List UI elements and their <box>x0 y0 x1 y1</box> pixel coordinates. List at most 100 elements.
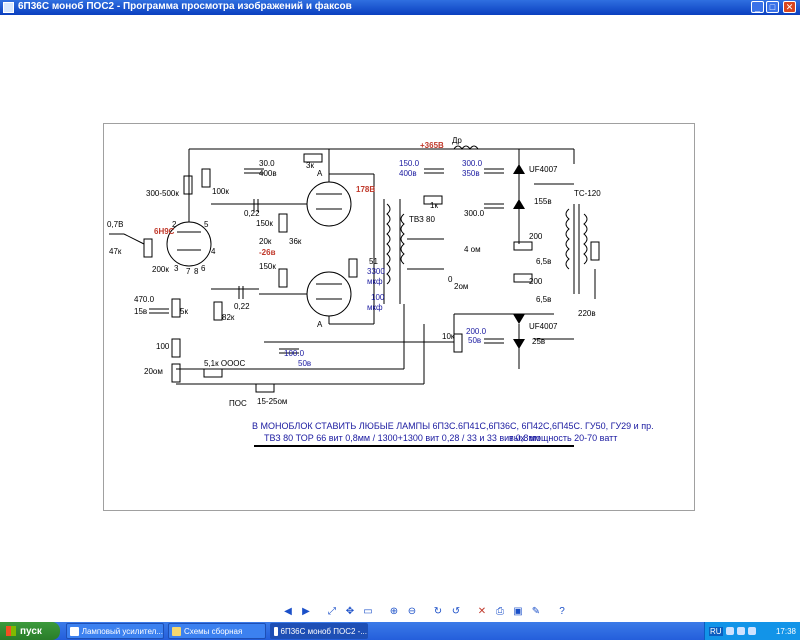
label-200a: 200 <box>529 232 543 241</box>
label-dr: Др <box>452 136 462 145</box>
schematic-diagram: 300-500к 100к 30.0 400в 3к +365В Др 150.… <box>107 136 654 447</box>
label-20k: 20к <box>259 237 272 246</box>
label-c150: 150.0 <box>399 159 420 168</box>
toolbar-separator <box>466 603 472 619</box>
label-tc120: ТС-120 <box>574 189 601 198</box>
label-200b: 200 <box>529 277 543 286</box>
label-82k: 82к <box>222 313 235 322</box>
network-icon[interactable] <box>725 627 734 635</box>
edit-icon[interactable]: ✎ <box>528 603 544 619</box>
label-c150-v: 400в <box>399 169 417 178</box>
folder-icon <box>172 626 181 636</box>
label-uf4007-bottom: UF4007 <box>529 322 558 331</box>
label-51: 51 <box>369 257 378 266</box>
note-line-2b: вых. мощность 20-70 ватт <box>509 433 617 443</box>
label-c200-v: 50в <box>468 336 481 345</box>
volume-icon[interactable] <box>736 627 745 635</box>
label-pin6: 6 <box>201 264 206 273</box>
taskbar-item-label: Ламповый усилител... <box>81 626 163 636</box>
taskbar-item-folder[interactable]: Схемы сборная <box>168 623 266 639</box>
label-5k: 5к <box>180 307 188 316</box>
label-pin4: 4 <box>211 247 216 256</box>
taskbar-item-label: 6П36С моноб ПОС2 -... <box>280 626 367 636</box>
image-viewer-area: 300-500к 100к 30.0 400в 3к +365В Др 150.… <box>0 15 800 600</box>
label-2ohm: 2ом <box>454 282 468 291</box>
label-300-500k: 300-500к <box>146 189 179 198</box>
label-ooos: 5,1к ОООС <box>204 359 246 368</box>
label-100-cap: 100 <box>371 293 385 302</box>
label-3300-u: мкф <box>367 277 383 286</box>
label-0: 0 <box>448 275 453 284</box>
slideshow-icon[interactable]: ▭ <box>360 603 376 619</box>
save-icon[interactable]: ▣ <box>510 603 526 619</box>
browser-icon <box>70 626 79 636</box>
system-tray: RU 17:38 <box>704 622 800 640</box>
label-4ohm: 4 ом <box>464 245 481 254</box>
delete-icon[interactable]: ✕ <box>474 603 490 619</box>
help-icon[interactable]: ? <box>554 603 570 619</box>
label-3300: 3300 <box>367 267 385 276</box>
label-pin5: 5 <box>204 220 209 229</box>
clock: 17:38 <box>775 626 796 636</box>
next-icon[interactable]: ▶ <box>298 603 314 619</box>
toolbar-separator <box>422 603 428 619</box>
best-fit-icon[interactable]: ⤢ <box>324 603 340 619</box>
label-c100b-v: 50в <box>298 359 311 368</box>
label-47k: 47к <box>109 247 122 256</box>
label-tvz80: ТВЗ 80 <box>409 215 435 224</box>
label-100: 100 <box>156 342 170 351</box>
minimize-button[interactable]: _ <box>751 1 764 13</box>
tray-app-icon[interactable] <box>747 627 756 635</box>
label-200k: 200к <box>152 265 169 274</box>
label-022a: 0,22 <box>244 209 260 218</box>
label-c300a: 300.0 <box>462 159 483 168</box>
language-indicator[interactable]: RU <box>709 626 723 636</box>
label-150k-a: 150к <box>256 219 273 228</box>
zoom-in-icon[interactable]: ⊕ <box>386 603 402 619</box>
taskbar-item-viewer[interactable]: 6П36С моноб ПОС2 -... <box>270 623 368 639</box>
label-pin7: 7 <box>186 267 191 276</box>
title-bar[interactable]: 6П36С моноб ПОС2 - Программа просмотра и… <box>0 0 800 15</box>
start-button[interactable]: пуск <box>0 622 60 640</box>
label-pos: ПОС <box>229 399 247 408</box>
rotate-ccw-icon[interactable]: ↺ <box>448 603 464 619</box>
label-470-v: 15в <box>134 307 147 316</box>
label-c300a-v: 350в <box>462 169 480 178</box>
label-65v-b: 6,5в <box>536 295 551 304</box>
taskbar-item-browser[interactable]: Ламповый усилител... <box>66 623 164 639</box>
start-label: пуск <box>20 625 42 637</box>
maximize-button[interactable]: □ <box>766 1 779 13</box>
label-uf4007-top: UF4007 <box>529 165 558 174</box>
label-100-cap-u: мкф <box>367 303 383 312</box>
label-c100b: 100.0 <box>284 349 305 358</box>
label-pin2: 2 <box>172 220 177 229</box>
label-65v-a: 6,5в <box>536 257 551 266</box>
label-c200: 200.0 <box>466 327 487 336</box>
label-c30-v: 400в <box>259 169 277 178</box>
toolbar-separator <box>546 603 552 619</box>
label-c300b: 300.0 <box>464 209 485 218</box>
label-100k: 100к <box>212 187 229 196</box>
actual-size-icon[interactable]: ✥ <box>342 603 358 619</box>
note-line-1: В МОНОБЛОК СТАВИТЬ ЛЮБЫЕ ЛАМПЫ 6П3С.6П41… <box>252 421 654 431</box>
print-icon[interactable]: ⎙ <box>492 603 508 619</box>
schematic-document: 300-500к 100к 30.0 400в 3к +365В Др 150.… <box>103 123 695 511</box>
label-365v: +365В <box>420 141 444 150</box>
label-36k: 36к <box>289 237 302 246</box>
label-pin8: 8 <box>194 267 199 276</box>
label-470: 470.0 <box>134 295 155 304</box>
taskbar-item-label: Схемы сборная <box>184 626 243 636</box>
close-button[interactable]: ✕ <box>783 1 796 13</box>
note-line-2: ТВЗ 80 ТОР 66 вит 0,8мм / 1300+1300 вит … <box>264 433 543 443</box>
prev-icon[interactable]: ◀ <box>280 603 296 619</box>
toolbar-separator <box>378 603 384 619</box>
toolbar-separator <box>316 603 322 619</box>
label-155v: 155в <box>534 197 552 206</box>
label-a-top: А <box>317 169 323 178</box>
zoom-out-icon[interactable]: ⊖ <box>404 603 420 619</box>
label-3k: 3к <box>306 161 314 170</box>
label-022b: 0,22 <box>234 302 250 311</box>
window-title: 6П36С моноб ПОС2 - Программа просмотра и… <box>18 1 352 12</box>
rotate-cw-icon[interactable]: ↻ <box>430 603 446 619</box>
taskbar: пуск Ламповый усилител... Схемы сборная … <box>0 622 800 640</box>
